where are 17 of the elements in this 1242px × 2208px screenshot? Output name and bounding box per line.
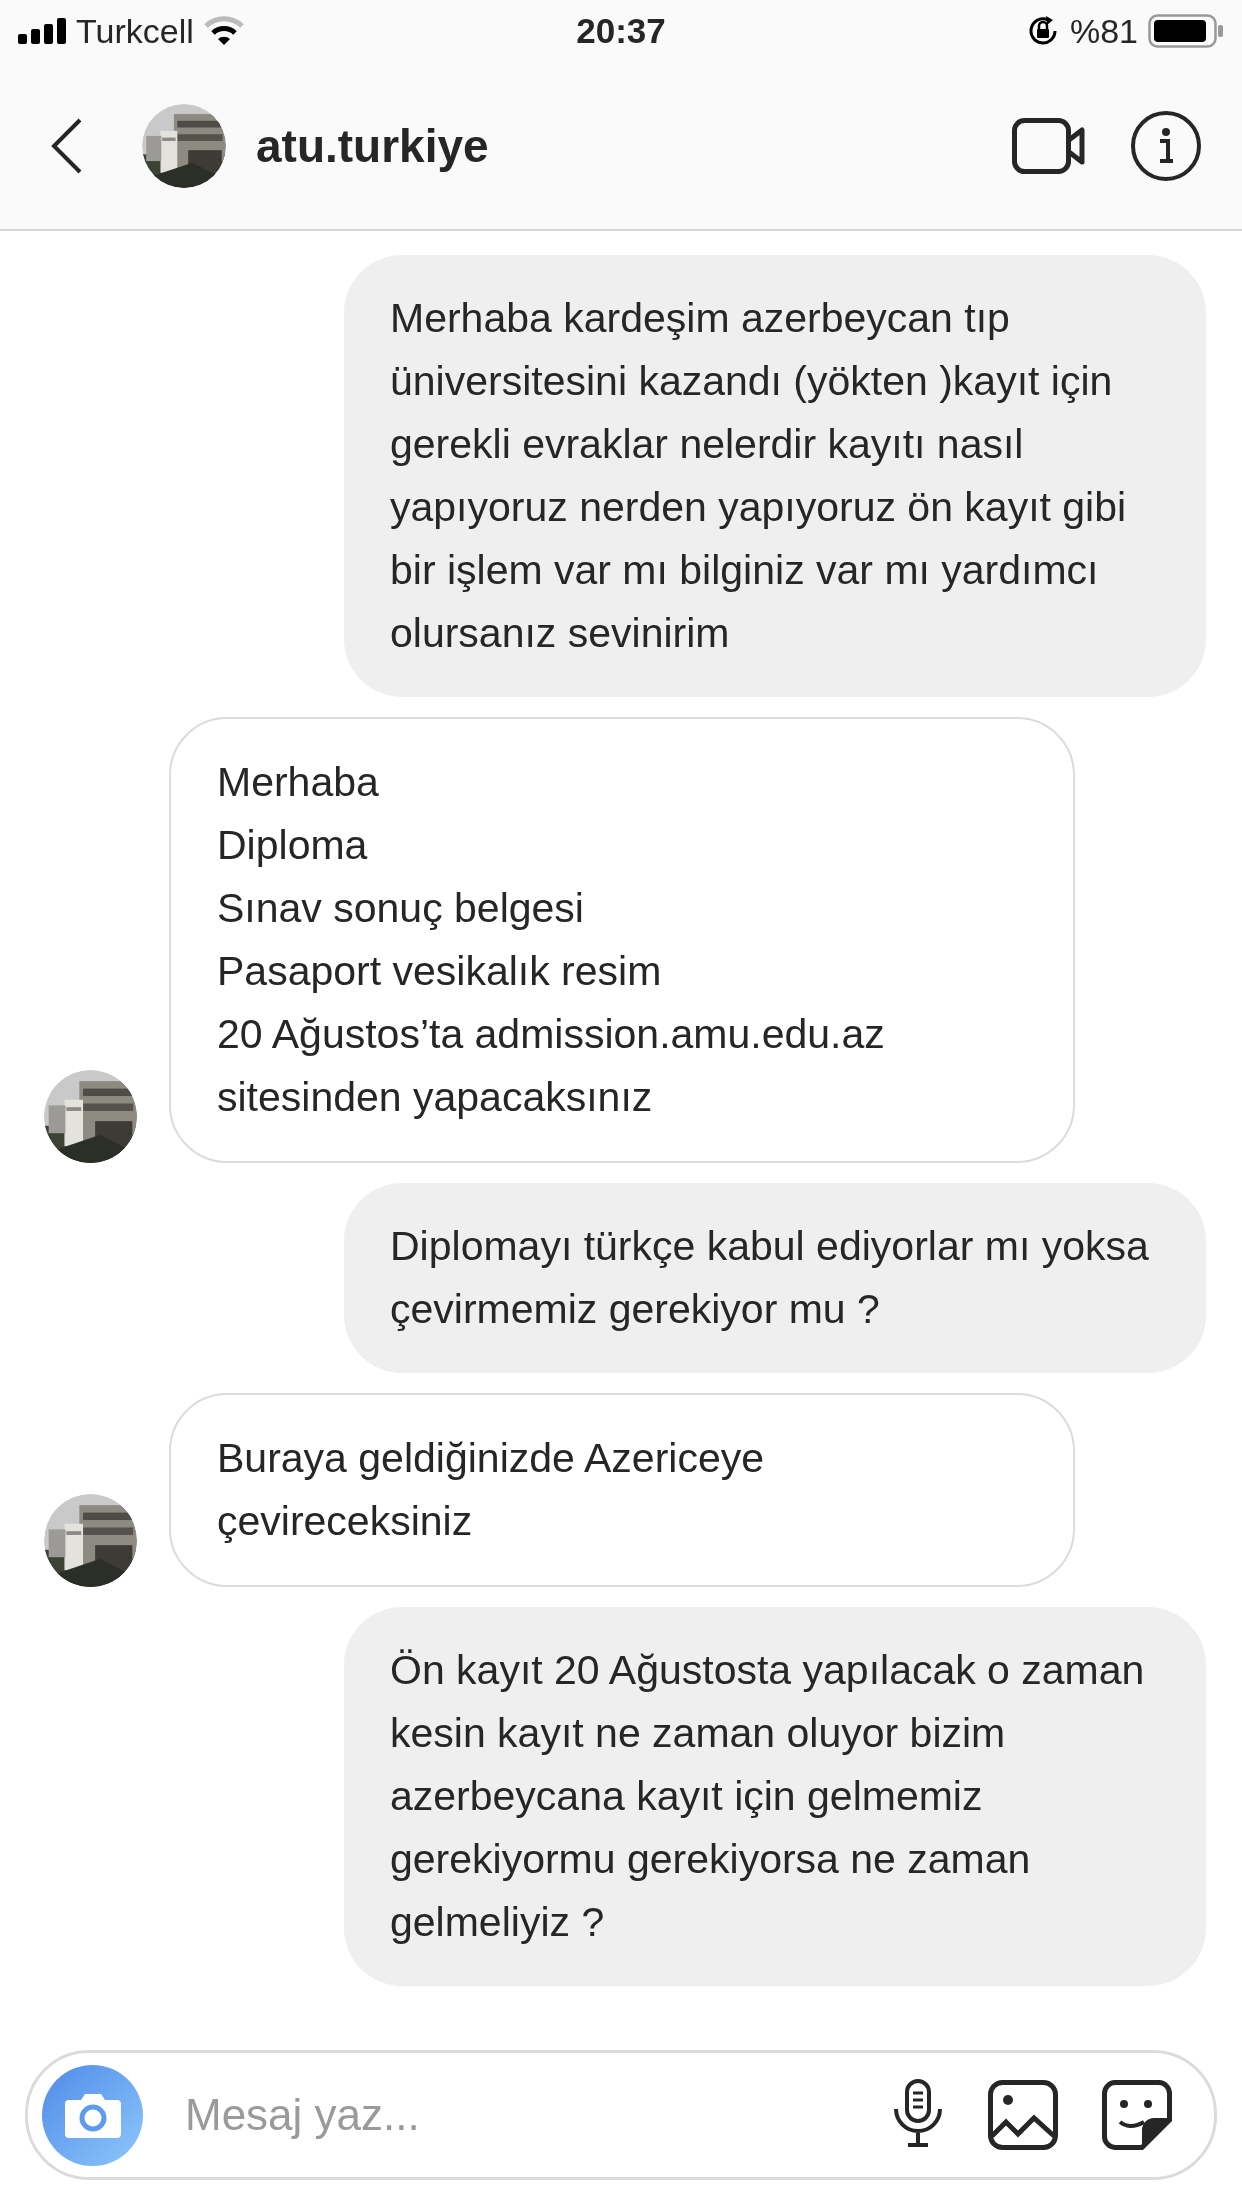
sticker-icon[interactable] — [1102, 2080, 1172, 2150]
clock-time: 20:37 — [576, 11, 666, 51]
sent-message: Ön kayıt 20 Ağustosta yapılacak o zaman kesin kayıt ne zaman oluyor bizim azerbeycana kayıt için gelmemiz gerekiyormu gerekiyorsa ne zaman gelmeliyiz ? — [344, 1607, 1206, 1986]
battery-percentage: %81 — [1069, 11, 1138, 51]
sent-message: Diplomayı türkçe kabul ediyorlar mı yoksa çevirmemiz gerekiyor mu ? — [344, 1183, 1206, 1373]
gallery-icon[interactable] — [988, 2080, 1058, 2150]
sent-message: Merhaba kardeşim azerbeycan tıp üniversitesini kazandı (yökten )kayıt için gerekli evraklar nelerdir kayıtı nasıl yapıyoruz nerden yapıyoruz ön kayıt gibi bir işlem var mı bilginiz var mı yardımcı olursanız sevinirim — [344, 255, 1206, 697]
username[interactable]: atu.turkiye — [256, 118, 968, 173]
battery-icon — [1148, 14, 1224, 48]
info-icon[interactable] — [1130, 109, 1202, 182]
wifi-icon — [203, 16, 244, 46]
signal-icon — [18, 18, 66, 44]
received-message: Merhaba Diploma Sınav sonuç belgesi Pasaport vesikalık resim 20 Ağustos’ta admission.amu.edu.az sitesinden yapacaksınız — [169, 717, 1075, 1163]
message-input[interactable]: Mesaj yaz... — [183, 2089, 892, 2141]
video-call-icon[interactable] — [1012, 117, 1086, 174]
received-message: Buraya geldiğinizde Azericeye çevireceksiniz — [169, 1393, 1075, 1587]
carrier-name: Turkcell — [76, 11, 194, 51]
